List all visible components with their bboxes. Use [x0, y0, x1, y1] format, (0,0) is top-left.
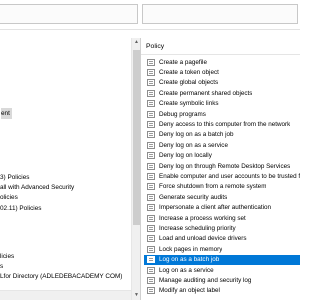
policy-row[interactable]: Deny log on as a service — [144, 140, 300, 150]
policy-row[interactable]: Debug programs — [144, 109, 300, 119]
policy-label: Generate security audits — [159, 193, 228, 201]
policy-icon — [147, 214, 155, 222]
policy-label: Increase a process working set — [159, 214, 246, 222]
policy-label: Create symbolic links — [159, 100, 219, 108]
vertical-scrollbar[interactable]: ▲ ▼ — [131, 38, 140, 300]
policy-row[interactable]: Load and unload device drivers — [144, 234, 300, 244]
policy-label: Lock pages in memory — [159, 245, 223, 253]
policy-row[interactable]: Enable computer and user accounts to be … — [144, 171, 300, 181]
details-field[interactable] — [142, 4, 298, 24]
horizontal-scrollbar[interactable] — [0, 290, 131, 300]
policy-icon — [147, 110, 155, 118]
policy-icon — [147, 183, 155, 191]
policy-row[interactable]: Generate security audits — [144, 192, 300, 202]
policy-icon — [147, 89, 155, 97]
policy-label: Deny access to this computer from the ne… — [159, 120, 291, 128]
policy-icon — [147, 162, 155, 170]
policy-icon — [147, 266, 155, 274]
policy-label: Enable computer and user accounts to be … — [159, 172, 300, 180]
policy-icon — [147, 204, 155, 212]
policy-icon — [147, 256, 155, 264]
policy-row[interactable]: Create symbolic links — [144, 99, 300, 109]
policy-label: Modify an object label — [159, 287, 220, 295]
policy-row[interactable]: Impersonate a client after authenticatio… — [144, 203, 300, 213]
policy-row[interactable]: Deny log on locally — [144, 151, 300, 161]
console-tree: ent 3) Policies all with Advanced Securi… — [0, 38, 131, 300]
column-header-policy[interactable]: Policy — [141, 38, 300, 55]
policy-label: Create global objects — [159, 79, 219, 87]
policy-icon — [147, 152, 155, 160]
policy-row-selected[interactable]: Log on as a batch job — [144, 254, 300, 265]
policy-label: Load and unload device drivers — [159, 235, 247, 243]
policy-label: Log on as a batch job — [159, 256, 220, 264]
policy-label: Increase scheduling priority — [159, 224, 236, 232]
address-field[interactable] — [0, 4, 138, 24]
policy-row[interactable]: Create a pagefile — [144, 57, 300, 67]
policy-icon — [147, 141, 155, 149]
policy-label: Create a token object — [159, 68, 219, 76]
policy-row[interactable]: Manage auditing and security log — [144, 275, 300, 285]
top-bar — [0, 0, 300, 29]
policy-icon — [147, 245, 155, 253]
policy-row[interactable]: Create permanent shared objects — [144, 88, 300, 98]
policy-row[interactable]: Deny log on as a batch job — [144, 130, 300, 140]
policy-icon — [147, 172, 155, 180]
policy-label: Force shutdown from a remote system — [159, 183, 267, 191]
policy-label: Deny log on as a batch job — [159, 131, 234, 139]
policy-label: Deny log on through Remote Desktop Servi… — [159, 162, 291, 170]
policy-icon — [147, 120, 155, 128]
scrollbar-thumb[interactable] — [133, 50, 140, 225]
policy-row[interactable]: Deny access to this computer from the ne… — [144, 119, 300, 129]
policy-label: Manage auditing and security log — [159, 276, 252, 284]
tree-item-selected[interactable]: ent — [1, 108, 12, 119]
policy-row[interactable]: Deny log on through Remote Desktop Servi… — [144, 161, 300, 171]
tree-item[interactable]: olicies — [0, 192, 18, 203]
policy-icon — [147, 100, 155, 108]
policy-icon — [147, 276, 155, 284]
policy-label: Log on as a service — [159, 266, 214, 274]
policy-row[interactable]: Create a token object — [144, 67, 300, 77]
policy-label: Deny log on as a service — [159, 141, 228, 149]
policy-label: Deny log on locally — [159, 152, 212, 160]
policy-icon — [147, 131, 155, 139]
policy-label: Create permanent shared objects — [159, 89, 253, 97]
policy-row[interactable]: Create global objects — [144, 78, 300, 88]
policy-label: Create a pagefile — [159, 58, 207, 66]
policy-icon — [147, 287, 155, 295]
policy-icon — [147, 58, 155, 66]
policy-icon — [147, 193, 155, 201]
policy-icon — [147, 224, 155, 232]
policy-icon — [147, 68, 155, 76]
policy-row[interactable]: Increase a process working set — [144, 213, 300, 223]
policy-row[interactable]: Modify an object label — [144, 286, 300, 296]
policy-icon — [147, 79, 155, 87]
policy-label: Debug programs — [159, 110, 206, 118]
tree-item[interactable]: Lfor Directory (ADLEDEBACADEMY COM) — [0, 271, 122, 282]
toolbar-divider — [0, 29, 300, 30]
policy-row[interactable]: Log on as a service — [144, 265, 300, 275]
policy-icon — [147, 235, 155, 243]
policy-row[interactable]: Force shutdown from a remote system — [144, 182, 300, 192]
policy-row[interactable]: Increase scheduling priority — [144, 223, 300, 233]
policy-row[interactable]: Lock pages in memory — [144, 244, 300, 254]
policy-list: Policy Create a pagefile Create a token o… — [140, 38, 300, 300]
policy-label: Impersonate a client after authenticatio… — [159, 204, 272, 212]
tree-item[interactable]: 02.11) Policies — [0, 203, 41, 214]
